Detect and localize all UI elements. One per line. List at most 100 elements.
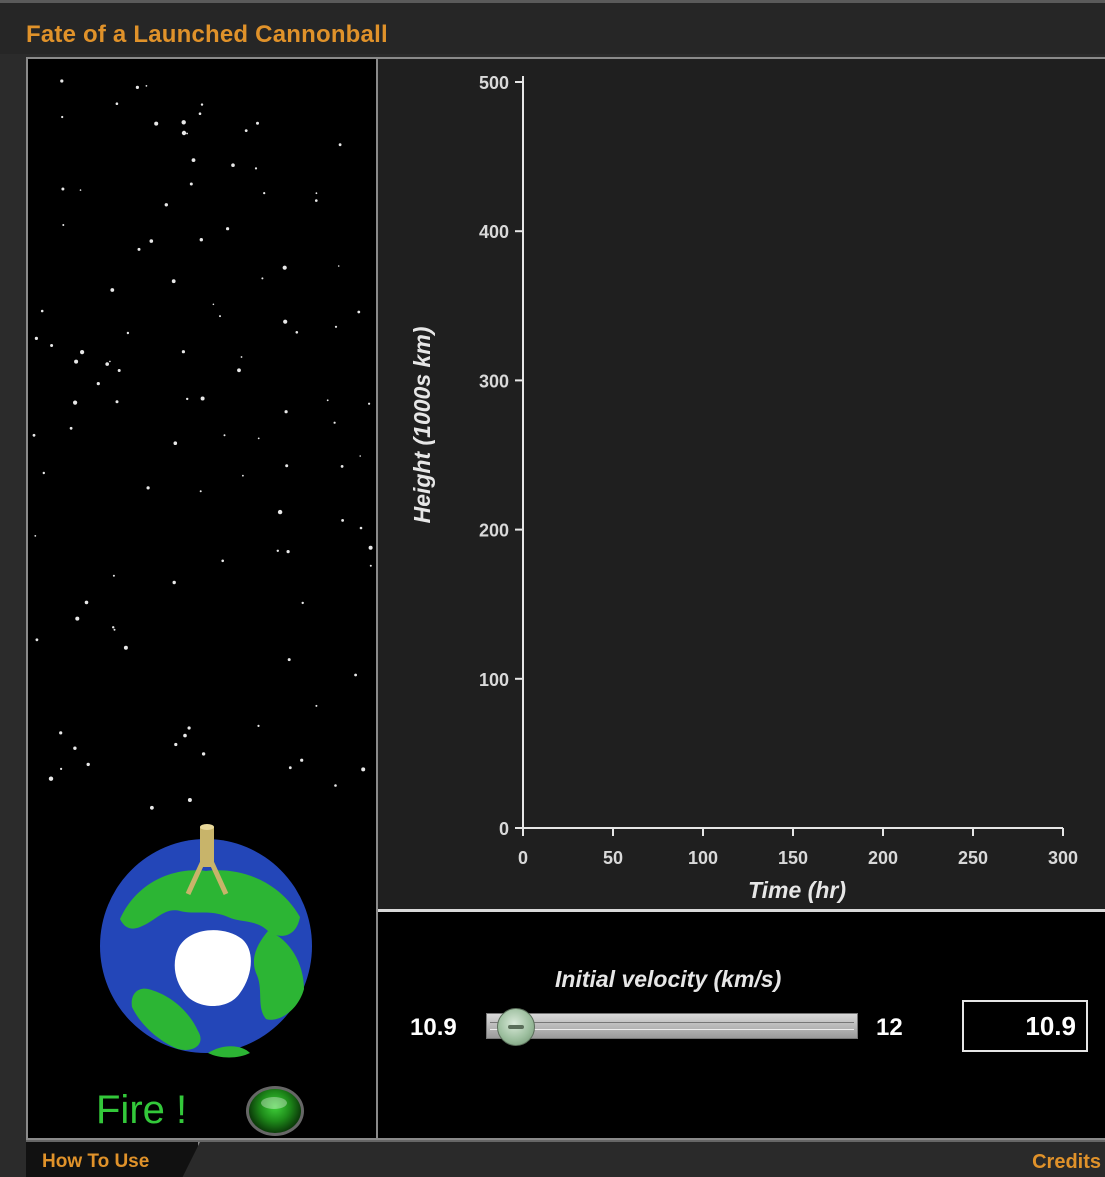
star <box>315 192 318 195</box>
star <box>287 658 291 662</box>
star <box>86 762 90 767</box>
star <box>96 382 100 386</box>
fire-button[interactable] <box>246 1086 304 1136</box>
star <box>50 344 54 347</box>
star <box>73 746 77 750</box>
star <box>35 638 39 642</box>
star <box>181 350 185 354</box>
star <box>126 331 130 335</box>
star <box>135 85 139 89</box>
x-tick-label: 150 <box>778 848 808 868</box>
star <box>80 350 85 355</box>
star <box>219 315 221 318</box>
space-view-panel <box>26 57 378 1140</box>
star <box>164 203 168 207</box>
fire-label: Fire ! <box>96 1088 188 1132</box>
credits-link[interactable]: Credits <box>1032 1151 1101 1174</box>
star <box>61 187 65 191</box>
star <box>276 549 279 552</box>
star <box>187 798 192 802</box>
app-window: Fate of a Launched Cannonball Fire ! 0 1… <box>0 0 1105 1177</box>
star <box>48 776 54 781</box>
y-tick-label: 0 <box>499 819 509 839</box>
x-axis-label: Time (hr) <box>748 877 846 903</box>
star <box>34 336 38 340</box>
star <box>198 112 202 115</box>
y-tick-label: 300 <box>479 371 509 391</box>
star <box>79 189 82 191</box>
star <box>69 426 73 430</box>
title-bar: Fate of a Launched Cannonball <box>0 0 1105 54</box>
star <box>189 182 193 186</box>
y-tick-label: 400 <box>479 222 509 242</box>
star <box>187 726 191 730</box>
star <box>338 143 342 147</box>
star <box>146 486 150 490</box>
star <box>359 455 362 457</box>
star <box>200 103 204 106</box>
star <box>34 535 37 537</box>
star <box>174 742 178 747</box>
star <box>334 784 337 787</box>
star <box>368 545 373 550</box>
star <box>73 400 78 405</box>
star <box>154 121 159 126</box>
x-tick-label: 250 <box>958 848 988 868</box>
star <box>84 600 89 605</box>
star <box>186 397 189 401</box>
star <box>334 325 338 328</box>
star <box>284 410 288 414</box>
star <box>173 441 178 446</box>
star <box>60 767 63 771</box>
star <box>181 120 186 125</box>
velocity-slider-thumb[interactable] <box>497 1008 535 1046</box>
star <box>117 369 121 372</box>
star <box>301 601 304 605</box>
star <box>282 265 287 270</box>
y-tick-label: 500 <box>479 73 509 93</box>
chart-axes: 0 100 200 300 400 500 0 50 100 150 200 250 300 Time (… <box>409 73 1078 903</box>
star <box>181 130 187 136</box>
star <box>261 277 264 280</box>
star <box>288 766 292 770</box>
star <box>326 399 329 402</box>
star <box>172 580 176 585</box>
star <box>341 519 344 522</box>
star <box>32 433 36 437</box>
star <box>283 319 288 324</box>
star <box>257 724 260 728</box>
star <box>199 238 203 242</box>
star <box>240 356 243 358</box>
velocity-min-label: 10.9 <box>410 1014 457 1041</box>
star <box>199 490 202 493</box>
star <box>61 115 64 119</box>
y-tick-label: 100 <box>479 670 509 690</box>
star <box>183 733 187 738</box>
star <box>59 731 63 735</box>
star <box>74 359 79 364</box>
star <box>263 192 266 195</box>
star <box>40 309 44 313</box>
star <box>171 279 176 284</box>
star <box>137 247 141 251</box>
star <box>254 167 258 170</box>
how-to-use-label: How To Use <box>42 1151 150 1172</box>
star <box>359 526 363 530</box>
star <box>237 368 241 373</box>
velocity-slider-groove <box>490 1022 854 1030</box>
velocity-input[interactable] <box>962 1000 1088 1052</box>
star <box>145 85 148 87</box>
star <box>112 626 115 629</box>
star <box>231 163 235 167</box>
star <box>295 331 299 334</box>
height-time-chart: 0 100 200 300 400 500 0 50 100 150 200 250 300 Time (… <box>409 73 1078 903</box>
star <box>191 158 196 162</box>
star <box>115 102 119 105</box>
star <box>42 471 45 475</box>
star <box>361 767 366 772</box>
how-to-use-tab[interactable]: How To Use <box>26 1142 200 1177</box>
star <box>150 805 154 810</box>
x-tick-label: 300 <box>1048 848 1078 868</box>
star <box>221 559 224 563</box>
star <box>354 673 357 677</box>
